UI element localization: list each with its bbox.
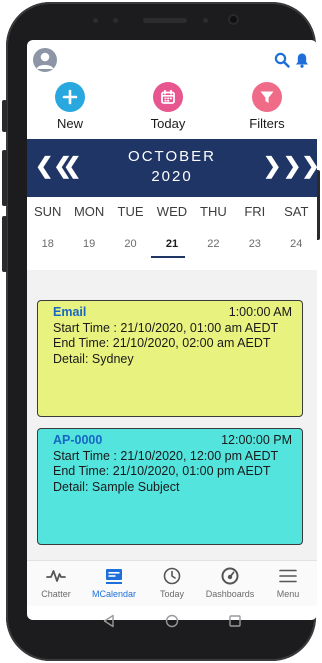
phone-side-button (2, 100, 7, 132)
event-title: AP-0000 (53, 433, 103, 447)
nav-today-label: Today (159, 589, 185, 599)
nav-menu[interactable]: Menu (259, 561, 317, 606)
next-week-button[interactable]: ❯ (263, 154, 281, 178)
weekday-label: TUE (117, 204, 144, 219)
event-start-time: Start Time : 21/10/2020, 12:00 pm AEDT (53, 448, 279, 463)
top-bar (27, 40, 317, 80)
phone-side-button (2, 216, 7, 272)
chatter-icon (27, 565, 85, 587)
date-cell[interactable]: 24 (276, 238, 317, 262)
date-row: 18 19 20 21 22 23 24 (27, 238, 317, 262)
nav-mcalendar[interactable]: MCalendar (85, 561, 143, 606)
phone-sensor (93, 18, 98, 23)
mcalendar-icon (85, 565, 143, 587)
nav-mcalendar-label: MCalendar (91, 589, 137, 599)
back-icon[interactable] (102, 614, 116, 633)
event-time: 1:00:00 AM (228, 305, 292, 319)
action-row: New Today Filters (27, 82, 317, 138)
system-navigation-bar (27, 610, 317, 636)
new-button[interactable]: New (30, 82, 110, 131)
plus-icon (55, 82, 85, 112)
event-detail: Detail: Sydney (53, 351, 134, 366)
phone-speaker (143, 18, 187, 23)
date-cell[interactable]: 22 (193, 238, 234, 262)
weekday-label: SAT (284, 204, 309, 219)
nav-dashboards[interactable]: Dashboards (201, 561, 259, 606)
weekday-label: THU (200, 204, 227, 219)
previous-week-button[interactable]: ❮ (63, 154, 81, 178)
filters-button[interactable]: Filters (227, 82, 307, 131)
year-label: 2020 (151, 168, 193, 185)
menu-icon (259, 565, 317, 587)
gauge-icon (201, 565, 259, 587)
phone-side-button (2, 150, 7, 206)
selected-date-underline (151, 256, 185, 258)
event-card-email[interactable]: Email 1:00:00 AM Start Time : 21/10/2020… (37, 300, 303, 417)
clock-icon (143, 565, 201, 587)
month-title: OCTOBER 2020 (87, 147, 257, 187)
recent-apps-icon[interactable] (228, 614, 242, 633)
today-label: Today (150, 116, 186, 131)
search-icon[interactable] (274, 52, 290, 73)
filters-label: Filters (249, 116, 285, 131)
filter-icon (252, 82, 282, 112)
bottom-navigation: Chatter MCalendar Today Dashboards Menu (27, 560, 317, 606)
event-start-time: Start Time : 21/10/2020, 01:00 am AEDT (53, 320, 279, 335)
next-month-button[interactable]: ❯❯ (283, 154, 317, 178)
date-cell[interactable]: 20 (110, 238, 151, 262)
date-cell[interactable]: 18 (27, 238, 68, 262)
event-header: AP-0000 12:00:00 PM (53, 433, 292, 449)
event-title: Email (53, 305, 87, 319)
event-card-ap[interactable]: AP-0000 12:00:00 PM Start Time : 21/10/2… (37, 428, 303, 545)
new-label: New (56, 116, 83, 131)
weekday-label: MON (73, 204, 105, 219)
app-screen: New Today Filters ❮❮ ❮ OCTOBER 2020 ❯ ❯❯… (27, 40, 317, 620)
month-header: ❮❮ ❮ OCTOBER 2020 ❯ ❯❯ (27, 139, 317, 197)
event-header: Email 1:00:00 AM (53, 305, 292, 321)
phone-camera (228, 14, 239, 25)
event-detail: Detail: Sample Subject (53, 479, 180, 494)
phone-sensor (203, 18, 208, 23)
nav-menu-label: Menu (276, 589, 300, 599)
nav-dashboards-label: Dashboards (205, 589, 255, 599)
event-end-time: End Time: 21/10/2020, 01:00 pm AEDT (53, 464, 271, 478)
event-end-time: End Time: 21/10/2020, 02:00 am AEDT (53, 336, 271, 350)
user-avatar[interactable] (33, 48, 57, 72)
calendar-icon (153, 82, 183, 112)
nav-chatter-label: Chatter (41, 589, 71, 599)
date-cell[interactable]: 19 (68, 238, 109, 262)
phone-sensor (113, 18, 118, 23)
nav-chatter[interactable]: Chatter (27, 561, 85, 606)
weekday-header: SUN MON TUE WED THU FRI SAT (27, 204, 317, 224)
bell-icon[interactable] (295, 52, 309, 73)
weekday-label: FRI (244, 204, 266, 219)
event-time: 12:00:00 PM (221, 433, 292, 447)
month-name: OCTOBER (128, 148, 216, 165)
selected-date-cell[interactable]: 21 (151, 238, 192, 262)
weekday-label: WED (156, 204, 188, 219)
home-icon[interactable] (165, 614, 179, 633)
today-button[interactable]: Today (128, 82, 208, 131)
user-avatar-icon (36, 52, 54, 69)
nav-today[interactable]: Today (143, 561, 201, 606)
date-cell[interactable]: 23 (234, 238, 275, 262)
weekday-label: SUN (33, 204, 62, 219)
